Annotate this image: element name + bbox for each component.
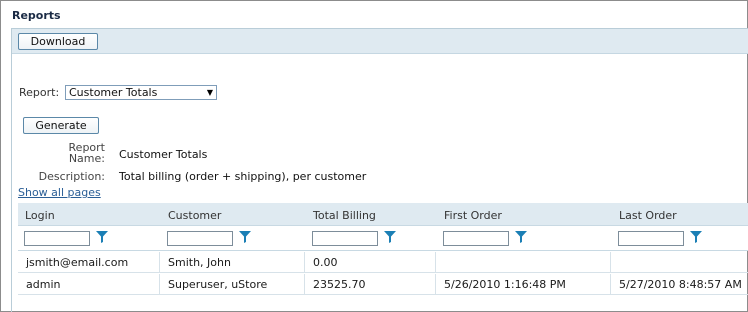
description-value: Total billing (order + shipping), per cu… <box>119 170 367 183</box>
dropdown-arrow-icon[interactable]: ▼ <box>207 86 213 99</box>
filter-icon[interactable] <box>690 231 702 243</box>
table-row[interactable]: admin Superuser, uStore 23525.70 5/26/20… <box>18 274 748 295</box>
cell-first-order: 5/26/2010 1:16:48 PM <box>444 278 566 291</box>
first-order-filter-input[interactable] <box>443 231 509 246</box>
last-order-filter-input[interactable] <box>618 231 684 246</box>
column-header-total-billing[interactable]: Total Billing <box>313 209 376 222</box>
page-title: Reports <box>12 9 61 22</box>
report-name-label-line2: Name: <box>68 152 105 165</box>
filter-icon[interactable] <box>96 231 108 243</box>
column-header-login[interactable]: Login <box>25 209 55 222</box>
filter-icon[interactable] <box>515 231 527 243</box>
toolbar: Download <box>12 29 748 54</box>
column-header-last-order[interactable]: Last Order <box>619 209 677 222</box>
cell-login: jsmith@email.com <box>26 256 129 269</box>
cell-total-billing: 0.00 <box>313 256 338 269</box>
grid-filter-row <box>18 226 748 251</box>
download-button[interactable]: Download <box>18 33 98 50</box>
report-select[interactable]: Customer Totals ▼ <box>65 85 217 100</box>
column-divider <box>304 274 305 295</box>
cell-login: admin <box>26 278 61 291</box>
column-divider <box>610 274 611 295</box>
filter-icon[interactable] <box>384 231 396 243</box>
column-divider <box>159 252 160 273</box>
column-divider <box>435 252 436 273</box>
report-name-value: Customer Totals <box>119 148 208 161</box>
grid-header: Login Customer Total Billing First Order… <box>18 203 748 226</box>
reports-panel: Download Report: Customer Totals ▼ Gener… <box>11 28 748 312</box>
report-grid: Login Customer Total Billing First Order… <box>18 203 748 298</box>
column-header-customer[interactable]: Customer <box>168 209 221 222</box>
column-divider <box>435 274 436 295</box>
show-all-pages-link[interactable]: Show all pages <box>18 186 101 199</box>
filter-icon[interactable] <box>239 231 251 243</box>
cell-last-order: 5/27/2010 8:48:57 AM <box>619 278 742 291</box>
cell-customer: Superuser, uStore <box>168 278 268 291</box>
report-select-value: Customer Totals <box>69 86 158 99</box>
reports-window: Reports Download Report: Customer Totals… <box>0 0 748 312</box>
column-header-first-order[interactable]: First Order <box>444 209 502 222</box>
total-billing-filter-input[interactable] <box>312 231 378 246</box>
column-divider <box>304 252 305 273</box>
cell-customer: Smith, John <box>168 256 231 269</box>
description-label: Description: <box>38 170 105 183</box>
cell-total-billing: 23525.70 <box>313 278 366 291</box>
report-name-label: Report Name: <box>52 142 105 164</box>
generate-button[interactable]: Generate <box>23 117 99 134</box>
login-filter-input[interactable] <box>24 231 90 246</box>
column-divider <box>610 252 611 273</box>
column-divider <box>159 274 160 295</box>
customer-filter-input[interactable] <box>167 231 233 246</box>
report-select-label: Report: <box>19 86 60 99</box>
table-row[interactable]: jsmith@email.com Smith, John 0.00 <box>18 252 748 273</box>
